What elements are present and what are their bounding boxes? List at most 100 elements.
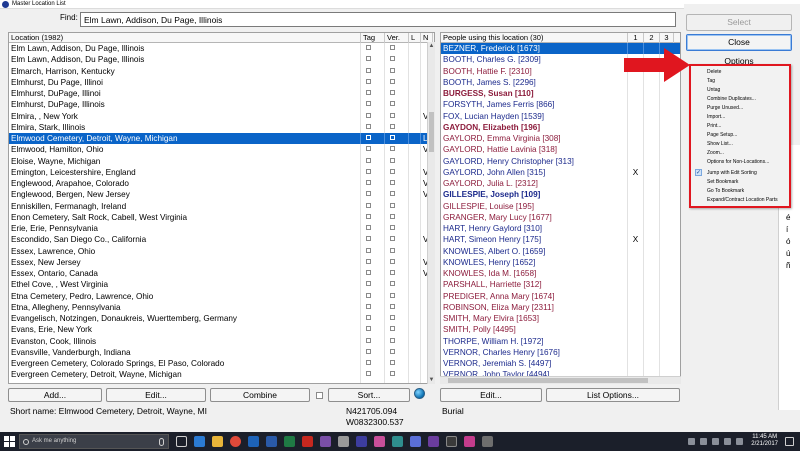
ver-checkbox[interactable] bbox=[390, 168, 395, 174]
tag-checkbox-cell[interactable] bbox=[361, 76, 385, 88]
ver-checkbox-cell[interactable] bbox=[385, 245, 409, 257]
ver-checkbox[interactable] bbox=[390, 236, 395, 242]
clock[interactable]: 11:45 AM 2/21/2017 bbox=[751, 434, 778, 448]
ver-checkbox-cell[interactable] bbox=[385, 133, 409, 145]
menu-item-page-setup[interactable]: Page Setup... bbox=[707, 132, 737, 138]
char-e-acute[interactable]: é bbox=[786, 213, 790, 222]
menu-item-tag[interactable]: Tag bbox=[707, 78, 715, 84]
edge-icon[interactable] bbox=[194, 436, 205, 447]
app-icon-16[interactable] bbox=[446, 436, 457, 447]
tag-checkbox-cell[interactable] bbox=[361, 178, 385, 190]
ver-checkbox[interactable] bbox=[390, 337, 395, 343]
location-row[interactable]: Elmwood, Hamilton, Ohio V bbox=[9, 144, 434, 156]
location-row[interactable]: Elmwood Cemetery, Detroit, Wayne, Michig… bbox=[9, 133, 434, 145]
tag-checkbox[interactable] bbox=[366, 213, 371, 219]
person-row[interactable]: KNOWLES, Henry [1652] bbox=[441, 256, 680, 268]
ver-checkbox[interactable] bbox=[390, 180, 395, 185]
location-row[interactable]: Evergreen Cemetery, Detroit, Wayne, Mich… bbox=[9, 369, 434, 381]
ver-checkbox-cell[interactable] bbox=[385, 110, 409, 122]
tag-checkbox[interactable] bbox=[366, 315, 371, 320]
menu-item-delete[interactable]: Delete bbox=[707, 69, 721, 75]
menu-item-options-non-locations[interactable]: Options for Non-Locations... bbox=[707, 159, 769, 165]
ver-checkbox-cell[interactable] bbox=[385, 178, 409, 190]
ver-checkbox-cell[interactable] bbox=[385, 234, 409, 246]
file-explorer-icon[interactable] bbox=[212, 436, 223, 447]
person-row[interactable]: BURGESS, Susan [110] bbox=[441, 88, 680, 100]
outlook-icon[interactable] bbox=[248, 436, 259, 447]
location-row[interactable]: Elm Lawn, Addison, Du Page, Illinois bbox=[9, 43, 434, 55]
tag-checkbox[interactable] bbox=[366, 123, 371, 129]
location-row[interactable]: Elmira, , New York V bbox=[9, 110, 434, 122]
edit-person-button[interactable]: Edit... bbox=[440, 388, 542, 402]
ver-checkbox-cell[interactable] bbox=[385, 88, 409, 100]
menu-item-show-list[interactable]: Show List... bbox=[707, 141, 733, 147]
person-row[interactable]: GILLESPIE, Joseph [109] bbox=[441, 189, 680, 201]
ver-checkbox-cell[interactable] bbox=[385, 380, 409, 383]
person-row[interactable]: GAYLORD, Emma Virginia [308] bbox=[441, 133, 680, 145]
column-header-people[interactable]: People using this location (30) bbox=[441, 33, 628, 43]
ver-checkbox-cell[interactable] bbox=[385, 279, 409, 291]
column-header-location[interactable]: Location (1982) bbox=[9, 33, 361, 43]
tag-checkbox-cell[interactable] bbox=[361, 200, 385, 212]
tag-checkbox[interactable] bbox=[366, 225, 371, 230]
menu-item-go-to-bookmark[interactable]: Go To Bookmark bbox=[707, 188, 744, 194]
tag-checkbox-cell[interactable] bbox=[361, 380, 385, 383]
tag-checkbox[interactable] bbox=[366, 45, 371, 50]
ver-checkbox-cell[interactable] bbox=[385, 211, 409, 223]
ver-checkbox-cell[interactable] bbox=[385, 335, 409, 347]
tag-checkbox[interactable] bbox=[366, 191, 371, 197]
people-list-hscrollbar[interactable] bbox=[440, 376, 681, 384]
person-row[interactable]: SMITH, Mary Elvira [1653] bbox=[441, 313, 680, 325]
tag-checkbox[interactable] bbox=[366, 168, 371, 174]
tag-checkbox[interactable] bbox=[366, 281, 371, 287]
location-row[interactable]: Evergreen Cemetery, Detroit, Wayne, Mich… bbox=[9, 380, 434, 383]
location-row[interactable]: Evanston, Cook, Illinois bbox=[9, 335, 434, 347]
location-row[interactable]: Evergreen Cemetery, Colorado Springs, El… bbox=[9, 358, 434, 370]
person-row[interactable]: PREDIGER, Anna Mary [1674] bbox=[441, 290, 680, 302]
find-input[interactable]: Elm Lawn, Addison, Du Page, Illinois bbox=[80, 12, 676, 27]
tag-checkbox-cell[interactable] bbox=[361, 88, 385, 100]
location-row[interactable]: Englewood, Arapahoe, Colorado V bbox=[9, 178, 434, 190]
ver-checkbox-cell[interactable] bbox=[385, 223, 409, 235]
ver-checkbox-cell[interactable] bbox=[385, 324, 409, 336]
tray-icon-1[interactable] bbox=[688, 438, 695, 445]
column-header-tag[interactable]: Tag bbox=[361, 33, 385, 43]
ver-checkbox[interactable] bbox=[390, 281, 395, 287]
ver-checkbox-cell[interactable] bbox=[385, 155, 409, 167]
scroll-thumb[interactable] bbox=[429, 112, 434, 152]
sort-button[interactable]: Sort... bbox=[328, 388, 410, 402]
app-icon-14[interactable] bbox=[410, 436, 421, 447]
char-n-tilde[interactable]: ñ bbox=[786, 261, 790, 270]
location-row[interactable]: Enniskillen, Fermanagh, Ireland bbox=[9, 200, 434, 212]
ver-checkbox[interactable] bbox=[390, 225, 395, 230]
tag-checkbox[interactable] bbox=[366, 180, 371, 185]
ver-checkbox[interactable] bbox=[390, 67, 395, 73]
location-row[interactable]: Eloise, Wayne, Michigan bbox=[9, 155, 434, 167]
tag-checkbox-cell[interactable] bbox=[361, 65, 385, 77]
ver-checkbox-cell[interactable] bbox=[385, 301, 409, 313]
ver-checkbox[interactable] bbox=[390, 213, 395, 219]
tag-checkbox-cell[interactable] bbox=[361, 234, 385, 246]
column-header-ver[interactable]: Ver. bbox=[385, 33, 409, 43]
tag-checkbox[interactable] bbox=[366, 337, 371, 343]
ver-checkbox-cell[interactable] bbox=[385, 268, 409, 280]
location-row[interactable]: Elmhurst, DuPage, Illinois bbox=[9, 99, 434, 111]
location-list-scrollbar[interactable]: ▲ ▼ bbox=[427, 42, 435, 384]
network-icon[interactable] bbox=[736, 438, 743, 445]
ver-checkbox-cell[interactable] bbox=[385, 166, 409, 178]
ver-checkbox[interactable] bbox=[390, 202, 395, 208]
ver-checkbox-cell[interactable] bbox=[385, 369, 409, 381]
ver-checkbox[interactable] bbox=[390, 56, 395, 62]
word-icon[interactable] bbox=[266, 436, 277, 447]
tag-checkbox-cell[interactable] bbox=[361, 369, 385, 381]
tag-checkbox[interactable] bbox=[366, 78, 371, 84]
ver-checkbox-cell[interactable] bbox=[385, 256, 409, 268]
tag-checkbox-cell[interactable] bbox=[361, 144, 385, 156]
person-row[interactable]: SMITH, Polly [4495] bbox=[441, 324, 680, 336]
person-row[interactable]: HART, Simeon Henry [175] X bbox=[441, 234, 680, 246]
location-row[interactable]: Elmhurst, DuPage, Illinoi bbox=[9, 88, 434, 100]
tag-checkbox-cell[interactable] bbox=[361, 279, 385, 291]
menu-item-set-bookmark[interactable]: Set Bookmark bbox=[707, 179, 738, 185]
tag-checkbox-cell[interactable] bbox=[361, 324, 385, 336]
location-row[interactable]: Evansville, Vanderburgh, Indiana bbox=[9, 346, 434, 358]
